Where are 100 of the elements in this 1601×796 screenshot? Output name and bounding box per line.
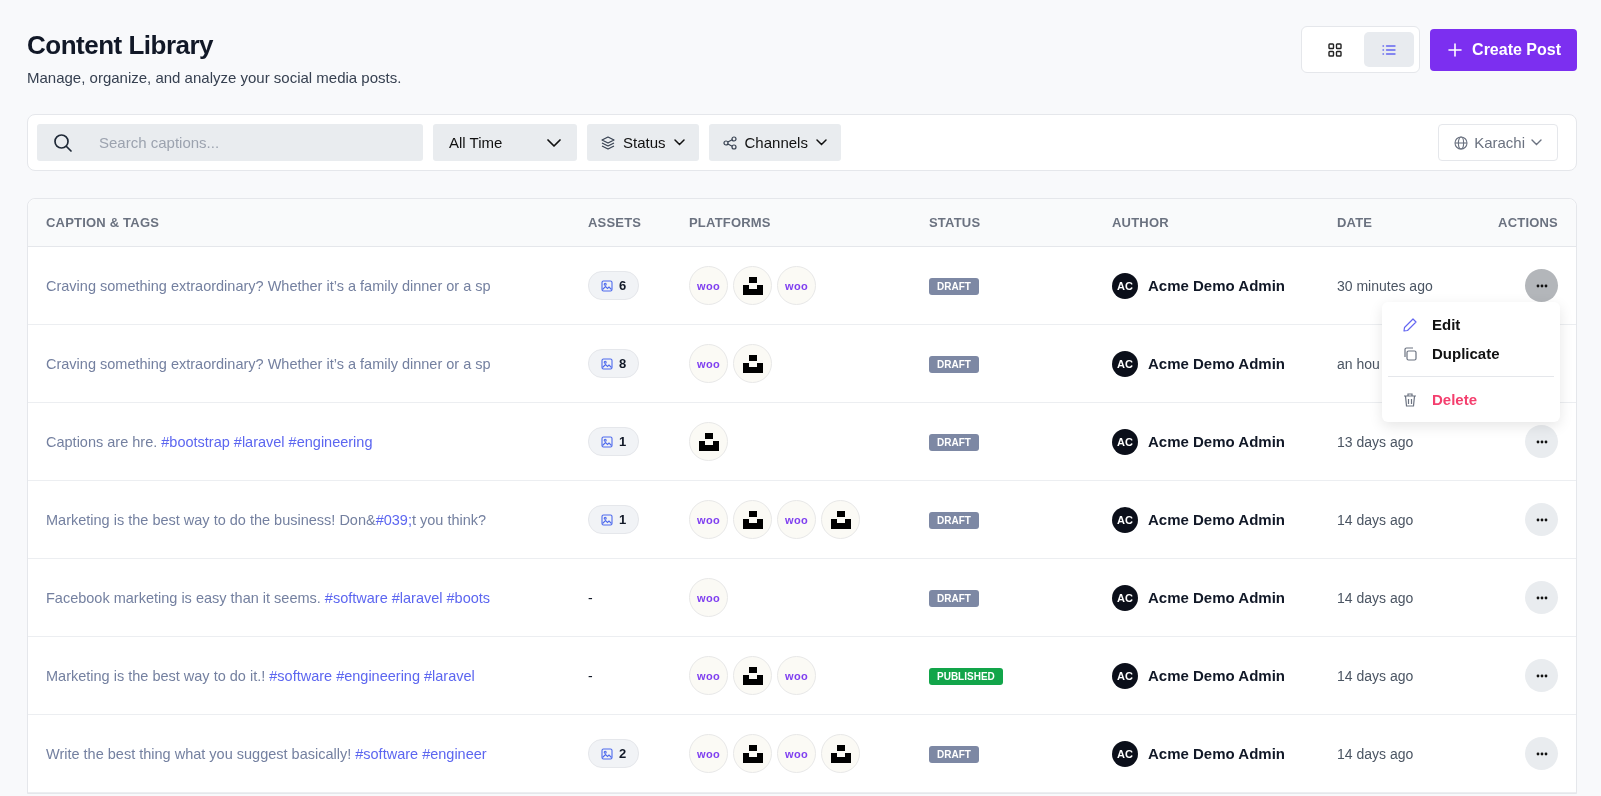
more-icon (1535, 751, 1548, 756)
caption-text: Write the best thing what you suggest basically! #software #engineer (46, 745, 488, 762)
duplicate-menu-item[interactable]: Duplicate (1382, 339, 1560, 368)
assets-count: 2 (588, 739, 640, 768)
avatar: AC (1112, 662, 1138, 689)
image-icon (601, 513, 613, 526)
list-icon (1382, 43, 1397, 56)
column-header: ACTIONS (1497, 215, 1558, 230)
avatar: AC (1112, 740, 1138, 767)
status-badge: DRAFT (929, 434, 979, 451)
author-name: Acme Demo Admin (1148, 745, 1285, 762)
assets-count: 6 (588, 271, 640, 300)
status-badge: DRAFT (929, 590, 979, 607)
author-name: Acme Demo Admin (1148, 355, 1285, 372)
period-dropdown[interactable]: All Time (433, 124, 577, 161)
chevron-down-icon (673, 139, 685, 146)
copy-icon (1402, 345, 1418, 362)
platform-icon (733, 500, 772, 539)
platform-icon (689, 422, 728, 461)
platform-icon (733, 734, 772, 773)
more-actions-button[interactable] (1525, 581, 1558, 614)
chevron-down-icon (815, 139, 827, 146)
more-icon (1535, 595, 1548, 600)
platform-icon (821, 500, 860, 539)
create-post-button[interactable]: Create Post (1430, 28, 1577, 71)
trash-icon (1402, 391, 1418, 408)
date-text: 30 minutes ago (1337, 277, 1433, 294)
avatar: AC (1112, 272, 1138, 299)
more-actions-button[interactable] (1525, 659, 1558, 692)
page-subtitle: Manage, organize, and analyze your social media posts. (27, 69, 402, 86)
date-text: 13 days ago (1337, 433, 1414, 450)
assets-count: 8 (588, 349, 640, 378)
date-text: 14 days ago (1337, 589, 1414, 606)
channels-dropdown[interactable]: Channels (708, 124, 841, 161)
image-icon (601, 747, 613, 760)
assets-count: 1 (588, 427, 640, 456)
status-badge: PUBLISHED (929, 668, 1003, 685)
woo-logo: woo (689, 734, 728, 773)
more-icon (1535, 517, 1548, 522)
delete-menu-item[interactable]: Delete (1382, 385, 1560, 414)
more-actions-button[interactable] (1525, 269, 1558, 302)
more-actions-button[interactable] (1525, 425, 1558, 458)
caption-text: Marketing is the best way to do the business! Don&#039;t you think? (46, 511, 488, 528)
more-icon (1535, 283, 1548, 288)
caption-text: Craving something extraordinary? Whether it’s a family dinner or a sp (46, 355, 492, 372)
more-actions-button[interactable] (1525, 503, 1558, 536)
assets-empty: - (588, 667, 593, 684)
platform-icon (733, 344, 772, 383)
caption-text: Marketing is the best way to do it.! #software #engineering #laravel (46, 667, 476, 684)
author-name: Acme Demo Admin (1148, 667, 1285, 684)
column-header: DATE (1337, 215, 1374, 230)
edit-menu-item[interactable]: Edit (1382, 310, 1560, 339)
more-actions-button[interactable] (1525, 737, 1558, 770)
woo-logo: woo (777, 266, 816, 305)
page-title: Content Library (27, 30, 215, 61)
avatar: AC (1112, 428, 1138, 455)
woo-logo: woo (777, 500, 816, 539)
woo-logo: woo (689, 578, 728, 617)
status-dropdown[interactable]: Status (587, 124, 699, 161)
author-name: Acme Demo Admin (1148, 277, 1285, 294)
caption-text: Captions are hre. #bootstrap #laravel #engineering (46, 433, 374, 450)
grid-icon (1328, 42, 1343, 57)
platform-icon (821, 734, 860, 773)
caption-text: Craving something extraordinary? Whether it’s a family dinner or a sp (46, 277, 492, 294)
search-field[interactable]: Search captions... (37, 124, 423, 161)
more-icon (1535, 439, 1548, 444)
share-icon (722, 135, 737, 150)
woo-logo: woo (689, 656, 728, 695)
more-icon (1535, 673, 1548, 678)
author-name: Acme Demo Admin (1148, 511, 1285, 528)
column-header: STATUS (929, 215, 982, 230)
date-text: 14 days ago (1337, 667, 1414, 684)
assets-count: 1 (588, 505, 640, 534)
woo-logo: woo (689, 344, 728, 383)
status-badge: DRAFT (929, 278, 979, 295)
status-badge: DRAFT (929, 356, 979, 373)
platform-icon (733, 656, 772, 695)
column-header: PLATFORMS (689, 215, 772, 230)
search-icon (53, 133, 73, 153)
platform-icon (733, 266, 772, 305)
author-name: Acme Demo Admin (1148, 589, 1285, 606)
plus-icon (1448, 42, 1463, 57)
image-icon (601, 357, 613, 370)
status-badge: DRAFT (929, 512, 979, 529)
date-text: an hou (1337, 355, 1380, 372)
woo-logo: woo (689, 266, 728, 305)
pencil-icon (1402, 316, 1418, 333)
woo-logo: woo (777, 734, 816, 773)
status-badge: DRAFT (929, 746, 979, 763)
assets-empty: - (588, 589, 593, 606)
chevron-down-icon (547, 138, 561, 147)
column-header: CAPTION & TAGS (46, 215, 161, 230)
chevron-down-icon (1531, 139, 1542, 146)
image-icon (601, 435, 613, 448)
avatar: AC (1112, 350, 1138, 377)
author-name: Acme Demo Admin (1148, 433, 1285, 450)
globe-icon (1454, 135, 1469, 150)
column-header: ASSETS (588, 215, 643, 230)
timezone-dropdown[interactable]: Karachi (1438, 124, 1558, 161)
woo-logo: woo (689, 500, 728, 539)
